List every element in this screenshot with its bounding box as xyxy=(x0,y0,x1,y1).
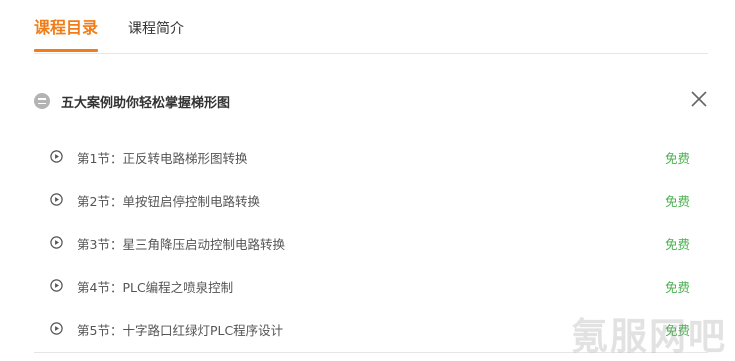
course-tabs: 课程目录 课程简介 xyxy=(34,0,708,54)
play-icon xyxy=(50,279,63,292)
free-badge: 免费 xyxy=(664,194,690,209)
free-badge: 免费 xyxy=(664,237,690,252)
free-badge: 免费 xyxy=(664,280,690,295)
tab-intro-label: 课程简介 xyxy=(128,21,184,37)
play-icon xyxy=(50,193,63,206)
lesson-title: 第5节：十字路口红绿灯PLC程序设计 xyxy=(77,323,284,338)
close-icon[interactable] xyxy=(688,88,710,110)
watermark: 氪服网吧 xyxy=(571,315,727,358)
play-icon xyxy=(50,322,63,335)
tab-catalog-label: 课程目录 xyxy=(34,18,99,37)
chapter-list-icon xyxy=(34,93,50,109)
lesson-item-4[interactable]: 第4节：PLC编程之喷泉控制 免费 xyxy=(34,271,694,301)
lesson-title: 第4节：PLC编程之喷泉控制 xyxy=(77,280,234,295)
lesson-title: 第1节：正反转电路梯形图转换 xyxy=(77,151,248,166)
play-icon xyxy=(50,236,63,249)
lesson-item-3[interactable]: 第3节：星三角降压启动控制电路转换 免费 xyxy=(34,228,694,258)
tab-intro[interactable]: 课程简介 xyxy=(128,18,184,40)
play-icon xyxy=(50,150,63,163)
tab-catalog[interactable]: 课程目录 xyxy=(34,17,99,52)
active-tab-underline xyxy=(34,49,99,52)
lesson-title: 第3节：星三角降压启动控制电路转换 xyxy=(77,237,285,252)
chapter-header[interactable]: 五大案例助你轻松掌握梯形图 xyxy=(34,88,710,116)
lesson-item-1[interactable]: 第1节：正反转电路梯形图转换 免费 xyxy=(34,142,694,172)
lesson-item-2[interactable]: 第2节：单按钮启停控制电路转换 免费 xyxy=(34,185,694,215)
lesson-title: 第2节：单按钮启停控制电路转换 xyxy=(77,194,260,209)
chapter-title: 五大案例助你轻松掌握梯形图 xyxy=(61,96,231,111)
free-badge: 免费 xyxy=(664,151,690,166)
